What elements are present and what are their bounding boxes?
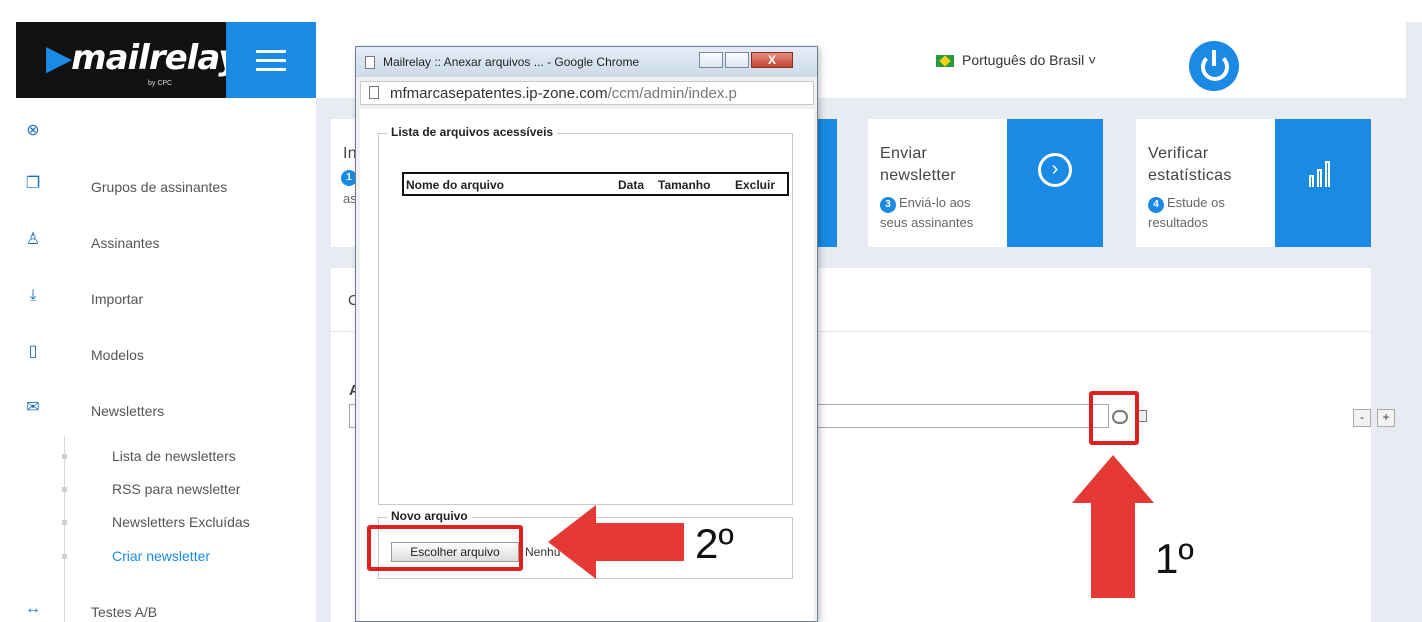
groups-icon: ❐ <box>25 175 41 192</box>
dashboard-icon: ⊗ <box>26 122 40 139</box>
red-arrow-left <box>548 505 684 579</box>
red-arrow-up <box>1072 455 1154 598</box>
submenu-dot <box>62 454 67 459</box>
step-number-badge: 3 <box>880 197 896 213</box>
step-title: Verificar estatísticas <box>1148 145 1232 184</box>
sidebar: ▶mailrelay by CPC ⊗ ❐ Grupos de assinant… <box>16 22 316 622</box>
submenu-dot <box>62 554 67 559</box>
logo: ▶mailrelay by CPC <box>16 22 240 98</box>
step-card-2-action[interactable] <box>817 119 837 247</box>
brazil-flag-icon <box>936 55 954 67</box>
step-title: Enviar newsletter <box>880 145 956 184</box>
submenu-dot <box>62 487 67 492</box>
sidebar-item-ab-tests[interactable]: ↔ Testes A/B <box>16 592 316 622</box>
page-icon <box>369 86 379 99</box>
sidebar-item-label: Testes A/B <box>91 604 158 620</box>
fieldset-legend: Lista de arquivos acessíveis <box>387 125 558 139</box>
fieldset-legend: Novo arquivo <box>387 509 472 523</box>
sidebar-item-templates[interactable]: ▯ Modelos <box>16 335 316 375</box>
sidebar-item-dashboard[interactable]: ⊗ <box>16 114 316 154</box>
address-bar[interactable]: mfmarcasepatentes.ip-zone.com/ccm/admin/… <box>360 81 814 105</box>
zoom-out-button[interactable]: - <box>1353 409 1371 427</box>
sidebar-item-subscribers[interactable]: ♙ Assinantes <box>16 223 316 263</box>
page-icon <box>365 56 375 69</box>
step-card-stats: Verificar estatísticas 4 Estude os resultad… <box>1136 119 1371 247</box>
sidebar-item-label: Importar <box>91 291 144 307</box>
column-header: Tamanho <box>658 178 711 192</box>
file-table-header: Nome do arquivo Data Tamanho Excluir <box>402 172 789 196</box>
zoom-in-button[interactable]: + <box>1377 409 1395 427</box>
submenu-item-rss[interactable]: RSS para newsletter <box>112 481 240 497</box>
sidebar-item-label: Assinantes <box>91 235 160 251</box>
highlight-box-attach-icon <box>1089 391 1139 445</box>
menu-toggle-button[interactable] <box>226 22 316 98</box>
annotation-label: 2º <box>695 520 734 567</box>
chevron-right-circle-icon: › <box>1038 153 1072 187</box>
step-subtitle: 4 Estude os resultados <box>1148 195 1225 230</box>
step-card-send: Enviar newsletter 3 Enviá-lo aos seus assin… <box>868 119 1103 247</box>
template-icon: ▯ <box>28 343 38 360</box>
annotation-label: 1º <box>1155 535 1194 582</box>
user-icon: ♙ <box>25 231 41 248</box>
logo-text: ▶mailrelay <box>46 38 240 78</box>
popup-titlebar[interactable]: Mailrelay :: Anexar arquivos ... - Googl… <box>356 47 817 77</box>
sidebar-item-newsletters[interactable]: ✉ Newsletters <box>16 391 316 431</box>
power-icon[interactable] <box>1189 41 1239 91</box>
sidebar-item-label: Modelos <box>91 347 144 363</box>
accessible-files-fieldset: Lista de arquivos acessíveis Nome do arq… <box>378 125 793 505</box>
minimize-button[interactable] <box>699 52 723 68</box>
sidebar-item-label: Grupos de assinantes <box>91 179 228 195</box>
language-selector[interactable]: Português do Brasil ˅ <box>936 52 1096 68</box>
statistics-button[interactable] <box>1275 119 1371 247</box>
sidebar-item-import[interactable]: ⤓ Importar <box>16 279 316 319</box>
column-header: Data <box>618 178 645 192</box>
submenu-item-newsletter-list[interactable]: Lista de newsletters <box>112 448 236 464</box>
submenu-dot <box>62 520 67 525</box>
address-url: mfmarcasepatentes.ip-zone.com/ccm/admin/… <box>390 85 737 102</box>
sidebar-item-label: Newsletters <box>91 403 165 419</box>
highlight-box-choose-file <box>367 525 523 571</box>
import-icon: ⤓ <box>29 287 37 304</box>
sidebar-item-groups[interactable]: ❐ Grupos de assinantes <box>16 167 316 207</box>
envelope-icon: ✉ <box>26 399 40 416</box>
step-subtitle: 3 Enviá-lo aos seus assinantes <box>880 195 974 230</box>
submenu-item-deleted[interactable]: Newsletters Excluídas <box>112 514 250 530</box>
column-header: Nome do arquivo <box>406 178 505 192</box>
close-button[interactable]: X <box>751 52 793 68</box>
column-header: Excluir <box>735 178 776 192</box>
language-label: Português do Brasil ˅ <box>962 52 1097 68</box>
step-number-badge: 4 <box>1148 197 1164 213</box>
ab-test-icon: ↔ <box>25 600 41 617</box>
popup-title: Mailrelay :: Anexar arquivos ... - Googl… <box>383 55 640 69</box>
app-window: ▶mailrelay by CPC ⊗ ❐ Grupos de assinant… <box>0 0 1422 622</box>
top-strip <box>0 0 1422 22</box>
logo-subtitle: by CPC <box>148 80 173 87</box>
submenu-item-create-newsletter[interactable]: Criar newsletter <box>112 548 210 564</box>
maximize-button[interactable] <box>725 52 749 68</box>
bar-chart-icon <box>1309 157 1339 187</box>
send-newsletter-button[interactable]: › <box>1007 119 1103 247</box>
